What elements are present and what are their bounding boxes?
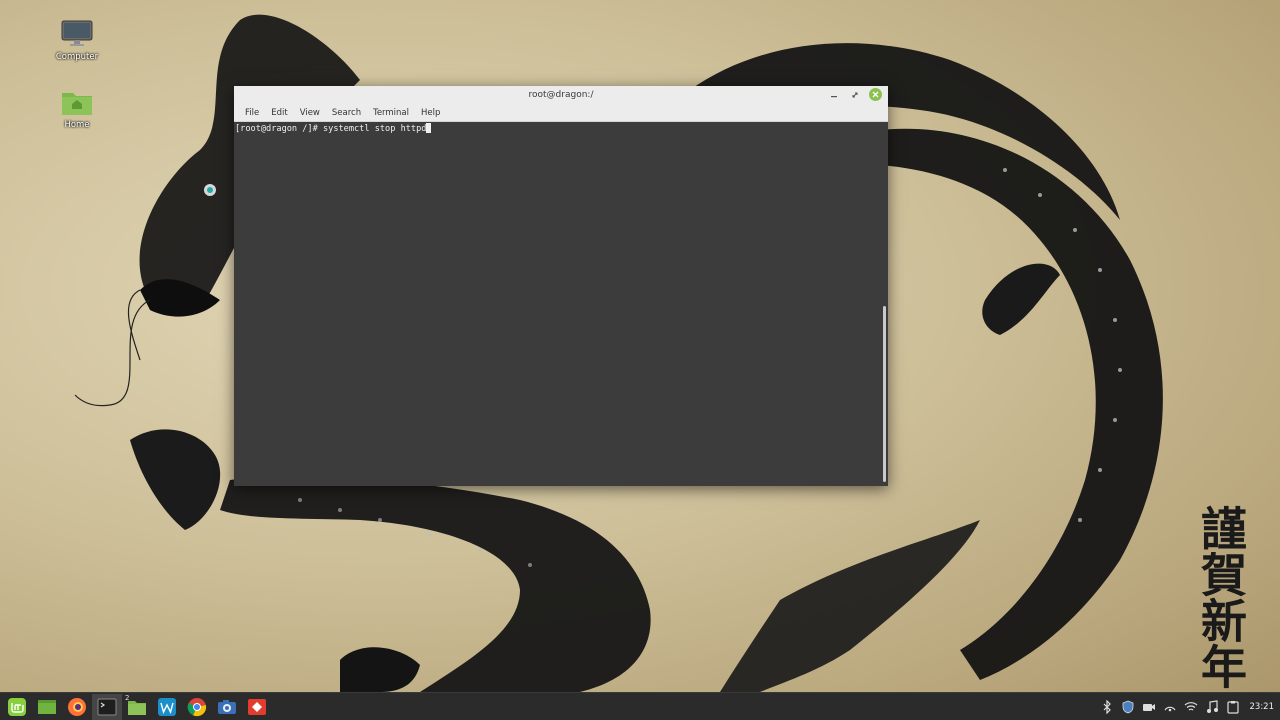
bluetooth-icon (1103, 699, 1111, 714)
taskbar: 2 23:21 (0, 692, 1280, 720)
network-icon (1164, 706, 1176, 711)
desktop-icon-label: Computer (55, 52, 99, 62)
firefox-icon (68, 697, 86, 716)
menu-file[interactable]: File (239, 108, 265, 118)
menu-search[interactable]: Search (326, 108, 367, 118)
terminal-launcher[interactable] (92, 693, 122, 720)
screenshot-launcher[interactable] (212, 694, 242, 720)
clock[interactable]: 23:21 (1250, 702, 1275, 712)
maximize-icon (852, 92, 857, 97)
terminal-prompt: [root@dragon /]# (235, 124, 323, 134)
terminal-window[interactable]: root@dragon:/ File Edit View Search Term… (234, 86, 888, 486)
minimize-icon (830, 95, 837, 97)
wps-launcher[interactable] (152, 694, 182, 720)
terminal-scrollbar[interactable] (883, 306, 886, 482)
desktop-icon-home[interactable]: Home (37, 88, 117, 130)
anydesk-icon (248, 698, 266, 715)
show-desktop-icon (38, 699, 56, 714)
menu-button[interactable] (2, 694, 32, 720)
camera-icon (1143, 703, 1155, 711)
monitor-icon (61, 20, 93, 46)
menu-edit[interactable]: Edit (265, 108, 293, 118)
desktop-icon-computer[interactable]: Computer (37, 20, 117, 62)
chrome-icon (187, 697, 207, 716)
anydesk-launcher[interactable] (242, 694, 272, 720)
wallpaper-calligraphy: 謹賀新年 (1194, 505, 1248, 689)
bluetooth-tray[interactable] (1099, 697, 1116, 717)
window-count-badge: 2 (125, 693, 130, 702)
folder-home-icon (62, 93, 92, 115)
clipboard-tray[interactable] (1225, 697, 1242, 717)
mint-menu-icon (8, 697, 26, 716)
files-icon (128, 700, 146, 715)
menu-terminal[interactable]: Terminal (367, 108, 415, 118)
wifi-icon (1184, 701, 1198, 711)
music-tray[interactable] (1204, 697, 1221, 717)
chrome-launcher[interactable] (182, 694, 212, 720)
wifi-tray[interactable] (1183, 697, 1200, 717)
files-launcher[interactable]: 2 (122, 694, 152, 720)
desktop-icon-label: Home (64, 120, 90, 130)
terminal-output[interactable]: [root@dragon /]# systemctl stop httpd (234, 122, 888, 486)
screenshot-icon (218, 699, 236, 714)
minimize-button[interactable] (827, 88, 840, 101)
network-tray[interactable] (1162, 697, 1179, 717)
terminal-command: systemctl stop httpd (322, 124, 427, 134)
music-icon (1207, 699, 1218, 713)
show-desktop-button[interactable] (32, 694, 62, 720)
maximize-button[interactable] (848, 88, 861, 101)
menu-help[interactable]: Help (415, 108, 446, 118)
menu-bar: File Edit View Search Terminal Help (234, 104, 888, 122)
wps-icon (158, 697, 176, 716)
window-title: root@dragon:/ (528, 90, 594, 100)
clipboard-icon (1227, 700, 1239, 714)
menu-view[interactable]: View (294, 108, 326, 118)
shield-tray[interactable] (1120, 697, 1137, 717)
close-button[interactable] (869, 88, 882, 101)
window-titlebar[interactable]: root@dragon:/ (234, 86, 888, 104)
text-cursor (426, 123, 432, 133)
close-icon (872, 91, 879, 98)
terminal-icon (97, 698, 117, 715)
firefox-launcher[interactable] (62, 694, 92, 720)
shield-icon (1122, 700, 1134, 713)
camera-tray[interactable] (1141, 697, 1158, 717)
